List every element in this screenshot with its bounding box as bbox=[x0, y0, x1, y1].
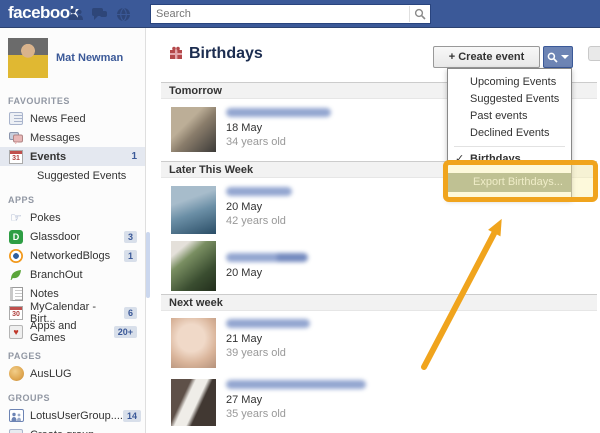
create-event-button[interactable]: + Create event bbox=[433, 46, 540, 68]
page-title: Birthdays bbox=[189, 45, 263, 62]
lotususergroup-badge: 14 bbox=[122, 409, 141, 422]
birthday-age: 42 years old bbox=[226, 215, 286, 227]
apps-and-games-badge: 20+ bbox=[113, 325, 137, 338]
sidebar-item-suggested-events[interactable]: Suggested Events bbox=[0, 166, 145, 185]
branchout-leaf-icon bbox=[8, 267, 24, 283]
sidebar-item-news-feed[interactable]: News Feed bbox=[0, 109, 145, 128]
group-icon bbox=[8, 408, 24, 424]
menu-item-birthdays[interactable]: ✓ Birthdays bbox=[448, 151, 571, 168]
friend-requests-icon[interactable] bbox=[67, 6, 84, 22]
notes-icon bbox=[8, 286, 24, 302]
apps-and-games-icon: ♥ bbox=[8, 324, 24, 340]
menu-item-past-events[interactable]: Past events bbox=[448, 108, 571, 125]
networkedblogs-badge: 1 bbox=[123, 249, 137, 262]
section-label-groups: GROUPS bbox=[8, 393, 51, 403]
glassdoor-badge: 3 bbox=[123, 230, 137, 243]
facebook-window: facebook Mat Newman FAVOURITES bbox=[0, 0, 600, 433]
pokes-icon: ☞ bbox=[10, 209, 22, 225]
sidebar-item-pokes[interactable]: ☞ Pokes bbox=[0, 208, 145, 227]
section-label-favourites: FAVOURITES bbox=[8, 96, 70, 106]
birthday-date: 20 May bbox=[226, 267, 263, 279]
auslug-icon bbox=[8, 366, 24, 382]
events-filter-dropdown: Upcoming Events Suggested Events Past ev… bbox=[447, 68, 572, 199]
birthday-age: 34 years old bbox=[226, 136, 286, 148]
sidebar-item-apps-and-games[interactable]: ♥ Apps and Games 20+ bbox=[0, 320, 145, 344]
birthday-entry: 21 May 39 years old bbox=[161, 311, 597, 373]
create-group-icon: + bbox=[8, 427, 26, 433]
birthday-date: 27 May bbox=[226, 394, 263, 406]
birthday-entry: 20 May bbox=[161, 238, 597, 294]
mycalendar-icon: 30 bbox=[8, 305, 24, 321]
section-label-apps: APPS bbox=[8, 195, 35, 205]
search-submit-icon[interactable] bbox=[409, 6, 429, 22]
avatar[interactable] bbox=[8, 38, 48, 78]
scrollbar-thumb[interactable] bbox=[146, 232, 150, 298]
sidebar-item-lotususergroup[interactable]: LotusUserGroup.... 14 bbox=[0, 406, 145, 425]
section-label-pages: PAGES bbox=[8, 351, 42, 361]
mycalendar-badge: 6 bbox=[123, 306, 137, 319]
sidebar-item-events[interactable]: 31 Events 1 bbox=[0, 147, 145, 166]
birthday-age: 39 years old bbox=[226, 347, 286, 359]
birthday-date: 18 May bbox=[226, 122, 263, 134]
sidebar-item-create-group[interactable]: + Create group bbox=[0, 425, 145, 433]
sidebar-item-auslug[interactable]: AusLUG bbox=[0, 364, 145, 383]
profile-photo[interactable] bbox=[171, 186, 216, 234]
networkedblogs-icon bbox=[8, 248, 24, 264]
menu-divider bbox=[454, 146, 565, 147]
cut-off-ui-fragment bbox=[588, 46, 600, 61]
events-calendar-icon: 31 bbox=[8, 149, 24, 165]
menu-item-declined-events[interactable]: Declined Events bbox=[448, 125, 571, 142]
sidebar-item-branchout[interactable]: BranchOut bbox=[0, 265, 145, 284]
birthday-date: 20 May bbox=[226, 201, 263, 213]
messages-icon[interactable] bbox=[91, 6, 108, 22]
search-bar bbox=[150, 4, 431, 24]
profile-photo[interactable] bbox=[171, 318, 216, 368]
redacted-name[interactable] bbox=[226, 108, 331, 117]
left-sidebar: Mat Newman FAVOURITES News Feed Messages… bbox=[0, 28, 146, 433]
events-count: 1 bbox=[131, 151, 137, 162]
profile-block: Mat Newman bbox=[0, 28, 145, 86]
birthday-age: 35 years old bbox=[226, 408, 286, 420]
notifications-globe-icon[interactable] bbox=[115, 6, 132, 22]
magnifier-icon bbox=[547, 52, 558, 63]
birthday-entry: 27 May 35 years old bbox=[161, 373, 597, 433]
search-input[interactable] bbox=[151, 5, 409, 23]
menu-item-export-birthdays[interactable]: Export Birthdays... bbox=[448, 173, 571, 192]
sidebar-item-glassdoor[interactable]: D Glassdoor 3 bbox=[0, 227, 145, 246]
redacted-name[interactable] bbox=[226, 319, 310, 328]
profile-photo[interactable] bbox=[171, 379, 216, 426]
glassdoor-icon: D bbox=[8, 229, 24, 245]
messages-icon bbox=[8, 130, 24, 146]
redacted-name[interactable] bbox=[226, 187, 292, 196]
profile-photo[interactable] bbox=[171, 241, 216, 291]
event-filter-button[interactable] bbox=[543, 46, 573, 68]
section-header-next-week: Next week bbox=[161, 294, 597, 311]
sidebar-item-messages[interactable]: Messages bbox=[0, 128, 145, 147]
redacted-name[interactable] bbox=[226, 380, 366, 389]
chevron-down-icon bbox=[561, 55, 569, 59]
menu-item-upcoming-events[interactable]: Upcoming Events bbox=[448, 74, 571, 91]
profile-photo[interactable] bbox=[171, 107, 216, 152]
gift-icon bbox=[169, 46, 183, 63]
redacted-name[interactable] bbox=[226, 253, 308, 262]
top-navigation-bar: facebook bbox=[0, 0, 600, 28]
menu-item-suggested-events[interactable]: Suggested Events bbox=[448, 91, 571, 108]
news-feed-icon bbox=[8, 111, 24, 127]
profile-name-link[interactable]: Mat Newman bbox=[56, 52, 123, 64]
checkmark-icon: ✓ bbox=[455, 153, 465, 165]
birthday-date: 21 May bbox=[226, 333, 263, 345]
sidebar-item-networkedblogs[interactable]: NetworkedBlogs 1 bbox=[0, 246, 145, 265]
